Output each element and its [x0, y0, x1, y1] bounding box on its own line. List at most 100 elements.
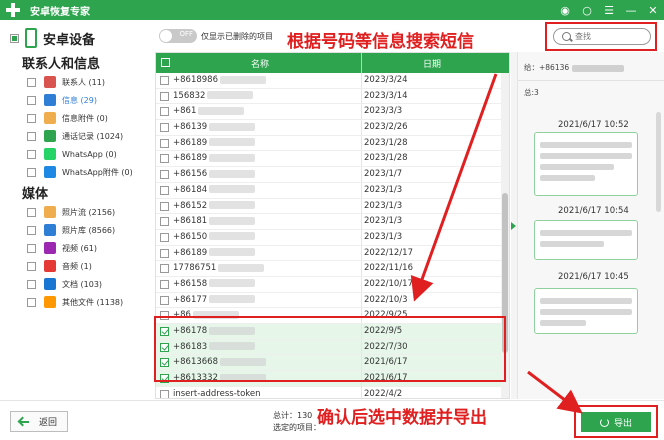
table-row[interactable]: +86189 2022/12/17: [156, 245, 501, 262]
export-button[interactable]: 导出: [581, 412, 651, 432]
category-checkbox[interactable]: [27, 77, 36, 87]
row-checkbox[interactable]: [160, 123, 169, 133]
deleted-only-label: 仅显示已删除的项目: [201, 32, 273, 41]
expand-arrow-icon[interactable]: [511, 222, 516, 230]
table-row[interactable]: +8618986 2023/3/24: [156, 73, 501, 89]
category-item[interactable]: WhatsApp附件 (0): [27, 164, 133, 180]
category-item[interactable]: WhatsApp (0): [27, 146, 117, 162]
category-item[interactable]: 联系人 (11): [27, 74, 105, 90]
category-item[interactable]: 视频 (61): [27, 240, 97, 256]
table-row[interactable]: +86184 2023/1/3: [156, 182, 501, 199]
table-row[interactable]: 156832 2023/3/14: [156, 88, 501, 105]
category-checkbox[interactable]: [27, 113, 36, 123]
redacted-number: [219, 357, 266, 366]
table-row[interactable]: +86150 2023/1/3: [156, 229, 501, 246]
row-checkbox[interactable]: [160, 295, 169, 305]
category-checkbox[interactable]: [27, 225, 36, 235]
row-checkbox[interactable]: [160, 201, 169, 211]
row-checkbox[interactable]: [160, 91, 169, 101]
category-checkbox[interactable]: [27, 167, 36, 177]
category-checkbox[interactable]: [27, 297, 36, 307]
table-row[interactable]: +861 2023/3/3: [156, 104, 501, 121]
device-row[interactable]: 安卓设备: [10, 28, 95, 48]
category-checkbox[interactable]: [27, 243, 36, 253]
search-box[interactable]: [553, 28, 651, 45]
category-checkbox[interactable]: [27, 261, 36, 271]
deleted-only-toggle[interactable]: OFF: [159, 29, 197, 43]
table-row[interactable]: +86158 2022/10/17: [156, 276, 501, 293]
table-row[interactable]: +86189 2023/1/28: [156, 135, 501, 152]
row-checkbox[interactable]: [160, 232, 169, 242]
category-item[interactable]: 通话记录 (1024): [27, 128, 123, 144]
row-checkbox[interactable]: [160, 248, 169, 258]
redacted-number: [192, 310, 239, 319]
scrollbar-thumb[interactable]: [502, 193, 508, 353]
row-checkbox[interactable]: [160, 138, 169, 148]
table-row[interactable]: +8613668 2021/6/17: [156, 355, 501, 372]
photo-library-icon: [44, 224, 56, 236]
search-input[interactable]: [575, 32, 645, 41]
category-item[interactable]: 照片库 (8566): [27, 222, 115, 238]
row-checkbox[interactable]: [160, 185, 169, 195]
row-checkbox[interactable]: [160, 76, 169, 85]
row-checkbox[interactable]: [160, 358, 169, 368]
table-row[interactable]: +86183 2022/7/30: [156, 339, 501, 356]
column-divider: [361, 182, 362, 198]
table-row[interactable]: +86152 2023/1/3: [156, 198, 501, 215]
row-checkbox[interactable]: [160, 279, 169, 289]
table-row[interactable]: +86178 2022/9/5: [156, 324, 501, 340]
close-button[interactable]: ✕: [642, 0, 664, 20]
category-checkbox[interactable]: [27, 149, 36, 159]
row-checkbox[interactable]: [160, 374, 169, 384]
table-row[interactable]: +86 2022/9/25: [156, 308, 501, 324]
table-row[interactable]: +86189 2023/1/28: [156, 151, 501, 168]
detail-scrollbar[interactable]: [656, 112, 661, 212]
message-bubble: [534, 132, 638, 196]
row-checkbox[interactable]: [160, 217, 169, 227]
table-row[interactable]: +8613332 2021/6/17: [156, 371, 501, 387]
table-row[interactable]: 17786751 2022/11/16: [156, 261, 501, 277]
row-checkbox[interactable]: [160, 154, 169, 164]
table-scrollbar[interactable]: [501, 73, 509, 398]
category-item[interactable]: 信息 (29): [27, 92, 97, 108]
row-name: +86189: [173, 153, 256, 163]
category-item[interactable]: 其他文件 (1138): [27, 294, 123, 310]
table-row[interactable]: +86139 2023/2/26: [156, 120, 501, 136]
device-label: 安卓设备: [43, 32, 96, 48]
row-checkbox[interactable]: [160, 170, 169, 180]
recipient-redacted: [571, 64, 624, 72]
back-button[interactable]: 返回: [10, 411, 68, 432]
row-name-text: +86150: [173, 231, 208, 242]
category-item[interactable]: 信息附件 (0): [27, 110, 108, 126]
row-checkbox[interactable]: [160, 342, 169, 352]
table-row[interactable]: +86177 2022/10/3: [156, 292, 501, 309]
row-checkbox[interactable]: [160, 311, 169, 321]
row-date: 2023/1/3: [364, 231, 403, 242]
row-checkbox[interactable]: [160, 327, 169, 336]
chat-icon[interactable]: ○: [576, 0, 598, 20]
category-item[interactable]: 照片流 (2156): [27, 204, 115, 220]
menu-icon[interactable]: ☰: [598, 0, 620, 20]
table-row[interactable]: +86156 2023/1/7: [156, 167, 501, 183]
category-checkbox[interactable]: [27, 207, 36, 217]
column-header-name[interactable]: 名称: [251, 57, 269, 70]
export-icon: [599, 417, 609, 427]
table-row[interactable]: insert-address-token 2022/4/2: [156, 386, 501, 398]
minimize-button[interactable]: —: [620, 0, 642, 20]
category-checkbox[interactable]: [27, 131, 36, 141]
phone-icon: [25, 28, 37, 48]
column-divider: [361, 73, 362, 88]
category-item[interactable]: 音频 (1): [27, 258, 92, 274]
row-checkbox[interactable]: [160, 107, 169, 117]
category-checkbox[interactable]: [27, 95, 36, 105]
wifi-icon[interactable]: ◉: [554, 0, 576, 20]
category-item[interactable]: 文档 (103): [27, 276, 102, 292]
row-checkbox[interactable]: [160, 264, 169, 274]
category-checkbox[interactable]: [27, 279, 36, 289]
select-all-checkbox[interactable]: [161, 58, 170, 67]
column-header-date[interactable]: 日期: [423, 57, 441, 70]
device-checkbox[interactable]: [10, 33, 19, 43]
row-checkbox[interactable]: [160, 389, 169, 398]
table-row[interactable]: +86181 2023/1/3: [156, 214, 501, 230]
row-date: 2023/1/3: [364, 216, 403, 227]
